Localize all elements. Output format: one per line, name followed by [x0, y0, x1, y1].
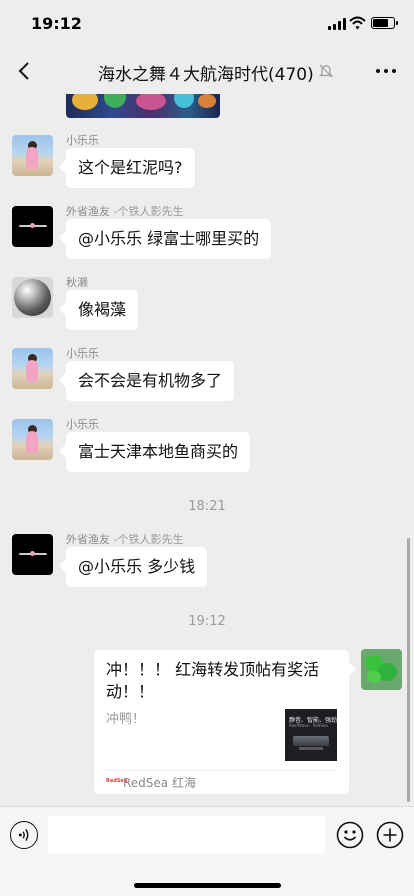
avatar[interactable]	[12, 277, 53, 318]
card-title: 冲！！！ 红海转发顶帖有奖活动！！	[106, 660, 320, 701]
card-description: 冲鸭！	[106, 712, 146, 727]
scrollbar[interactable]	[407, 538, 410, 802]
message-bubble[interactable]: @小乐乐 多少钱	[66, 547, 208, 587]
sender-name: 小乐乐	[66, 347, 99, 360]
timestamp: 19:12	[188, 614, 226, 629]
message-bubble[interactable]: 会不会是有机物多了	[66, 361, 235, 401]
battery-icon	[371, 17, 398, 29]
timestamp: 18:21	[188, 499, 226, 514]
signal-icon	[328, 18, 346, 30]
more-dots-icon[interactable]	[372, 58, 400, 84]
avatar[interactable]	[12, 135, 53, 176]
sender-name: 秋濑	[66, 276, 88, 289]
avatar[interactable]	[12, 206, 53, 247]
previous-image-message[interactable]	[66, 94, 220, 118]
card-source: RedSea 红海	[123, 776, 196, 790]
input-bar	[0, 806, 414, 896]
avatar[interactable]	[361, 649, 402, 690]
message-bubble[interactable]: @小乐乐 绿富士哪里买的	[66, 219, 272, 259]
voice-icon[interactable]	[10, 821, 38, 849]
message-input[interactable]	[48, 816, 325, 854]
avatar[interactable]	[12, 534, 53, 575]
message-bubble[interactable]: 富士天津本地鱼商买的	[66, 432, 251, 472]
status-time: 19:12	[31, 14, 82, 33]
emoji-icon[interactable]	[336, 821, 364, 849]
status-bar: 19:12	[0, 0, 414, 48]
card-thumbnail: 静音、智能、强劲 ReefWave · RedSea	[285, 709, 337, 761]
sender-name: 小乐乐	[66, 134, 99, 147]
avatar[interactable]	[12, 419, 53, 460]
back-arrow-icon[interactable]	[10, 56, 40, 86]
link-card[interactable]: 冲！！！ 红海转发顶帖有奖活动！！ 冲鸭！ 静音、智能、强劲 ReefWave …	[94, 650, 349, 794]
chat-title: 海水之舞４大航海时代(470)	[98, 65, 314, 85]
plus-icon[interactable]	[376, 821, 404, 849]
sender-name: 外省渔友 -个铁人影先生	[66, 205, 184, 218]
chat-message-list[interactable]: 小乐乐 这个是红泥吗? 外省渔友 -个铁人影先生 @小乐乐 绿富士哪里买的 秋濑…	[0, 94, 414, 806]
message-bubble[interactable]: 像褐藻	[66, 290, 139, 330]
chat-header: 海水之舞４大航海时代(470)	[0, 48, 414, 94]
mute-bell-icon	[319, 64, 333, 78]
sender-name: 外省渔友 -个铁人影先生	[66, 533, 184, 546]
card-divider	[106, 770, 337, 771]
wifi-icon	[349, 16, 366, 30]
home-indicator	[134, 883, 281, 888]
message-bubble[interactable]: 这个是红泥吗?	[66, 148, 195, 188]
sender-name: 小乐乐	[66, 418, 99, 431]
avatar[interactable]	[12, 348, 53, 389]
